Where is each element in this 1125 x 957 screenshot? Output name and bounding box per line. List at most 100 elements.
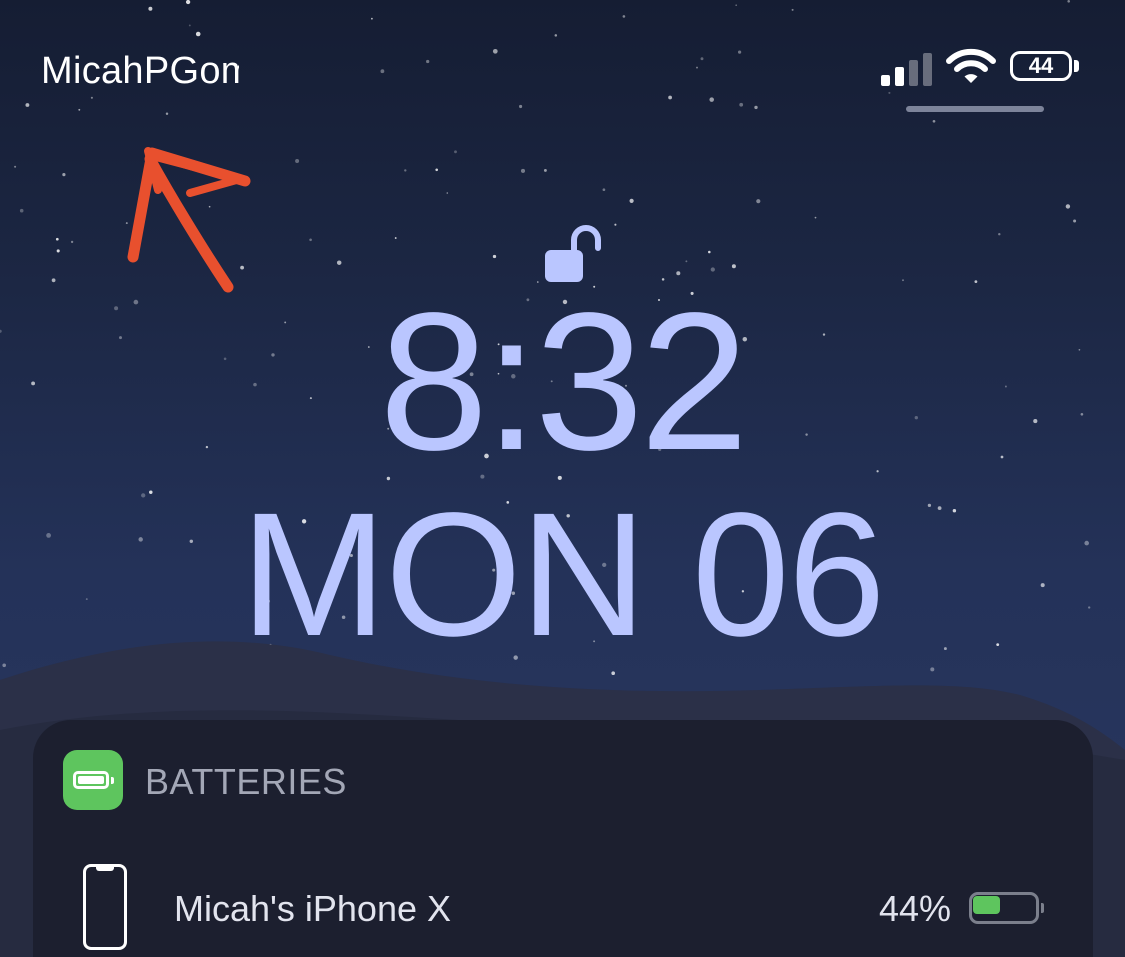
star (685, 260, 688, 263)
widget-title: BATTERIES (145, 761, 347, 802)
star (454, 150, 457, 154)
star (668, 95, 672, 100)
wifi-icon (946, 48, 996, 83)
control-center-handle[interactable] (906, 106, 1044, 112)
star (25, 103, 30, 107)
star (1004, 385, 1007, 388)
star (56, 249, 60, 253)
star (1033, 419, 1038, 424)
star (295, 159, 300, 163)
star (543, 168, 547, 172)
batteries-widget[interactable]: BATTERIES Micah's iPhone X 44% (33, 720, 1093, 957)
battery-tip (1074, 60, 1079, 72)
star (696, 66, 698, 69)
carrier-name: MicahPGomez (41, 50, 239, 92)
star (629, 198, 634, 203)
battery-shell: 44 (1010, 51, 1072, 81)
star (426, 59, 430, 64)
star (78, 108, 81, 111)
star (138, 537, 143, 542)
iphone-icon (83, 864, 127, 950)
star (791, 8, 794, 11)
star (435, 168, 439, 172)
star (738, 50, 742, 54)
star (371, 17, 373, 20)
star (492, 48, 498, 54)
star (731, 264, 736, 269)
star (185, 0, 191, 5)
star (876, 470, 879, 473)
star (149, 490, 153, 495)
star (188, 24, 191, 27)
star (284, 321, 287, 324)
star (62, 173, 66, 177)
signal-bar-1 (881, 75, 890, 86)
star (114, 306, 119, 311)
star (739, 102, 744, 107)
batteries-widget-icon (63, 750, 123, 810)
star (446, 192, 449, 194)
star (195, 31, 201, 37)
star (51, 278, 56, 283)
signal-bar-4 (923, 53, 932, 86)
star (932, 119, 936, 123)
star (902, 279, 904, 282)
cellular-signal-icon (881, 52, 937, 86)
star (888, 91, 891, 94)
star (336, 260, 342, 265)
device-battery-tip (1041, 903, 1044, 913)
device-name: Micah's iPhone X (174, 888, 452, 929)
battery-icon: 44 (1010, 51, 1086, 85)
star (754, 105, 758, 110)
battery-level: 44 (1028, 53, 1054, 78)
star (974, 280, 978, 284)
star (394, 237, 397, 239)
star (756, 199, 761, 204)
star (700, 57, 704, 61)
widget-battery-glyph (73, 771, 109, 789)
star (70, 240, 74, 244)
star (1078, 348, 1081, 351)
star (1067, 0, 1071, 3)
signal-bar-2 (895, 67, 904, 86)
star (614, 223, 617, 226)
star (492, 254, 497, 259)
star (148, 6, 153, 11)
star (119, 336, 122, 340)
star (998, 233, 1001, 236)
signal-bar-3 (909, 60, 918, 86)
star (1000, 455, 1004, 459)
annotation-arrow-icon (127, 147, 251, 293)
lock-date: MON 06 (240, 477, 885, 673)
star (223, 357, 227, 361)
star (1080, 412, 1084, 416)
star (622, 15, 626, 18)
device-battery-percent: 44% (878, 888, 951, 929)
star (952, 508, 957, 513)
device-battery-icon (969, 892, 1044, 926)
star (141, 493, 146, 498)
widget-battery-tip (111, 777, 114, 784)
lock-screen: MicahPGomez 44 8:32 MON 06 BATTERIES (0, 0, 1125, 957)
star (602, 188, 606, 192)
star (165, 112, 169, 116)
device-battery-fill (973, 896, 1000, 914)
lock-time: 8:32 (379, 272, 748, 491)
star (914, 416, 918, 420)
star (205, 445, 209, 449)
star (309, 238, 312, 242)
star (0, 329, 2, 333)
star (709, 97, 714, 102)
star (822, 333, 826, 336)
star (814, 216, 817, 219)
star (380, 69, 385, 74)
star (519, 104, 523, 109)
star (253, 382, 257, 387)
star (1065, 204, 1071, 209)
star (55, 237, 59, 241)
star (19, 208, 24, 213)
star (404, 169, 407, 172)
star (554, 34, 558, 37)
star (31, 381, 36, 386)
star (520, 168, 526, 173)
